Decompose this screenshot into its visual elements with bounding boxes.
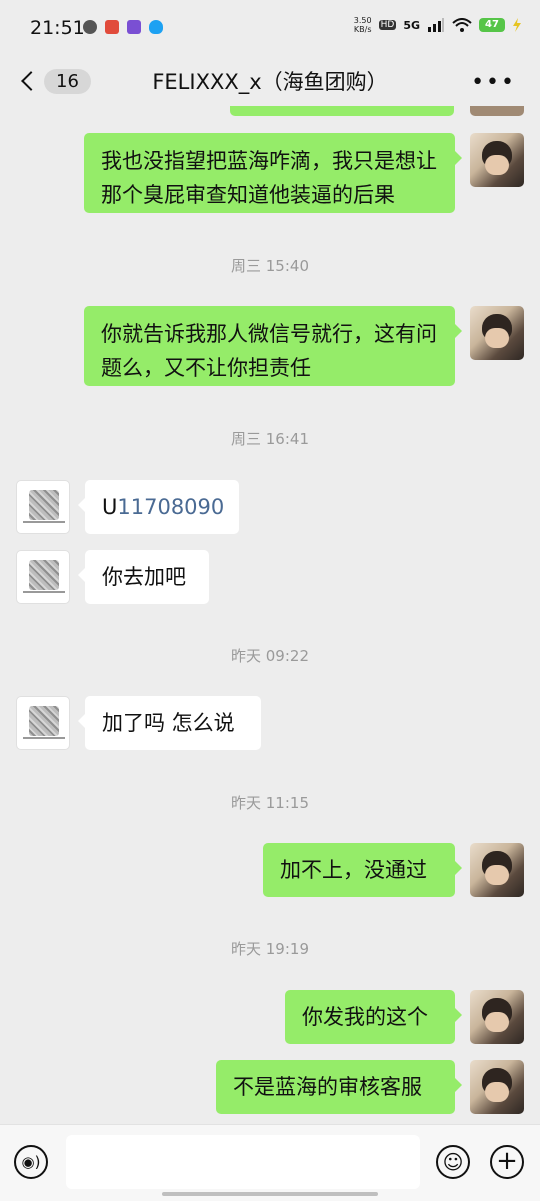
avatar-stone-base — [23, 591, 65, 593]
avatar-contact[interactable] — [16, 550, 70, 604]
plus-icon: + — [496, 1146, 518, 1176]
message-phone-link[interactable]: 11708090 — [117, 495, 224, 519]
avatar-self[interactable] — [470, 843, 524, 897]
message-bubble-other[interactable]: 加了吗 怎么说 — [78, 696, 261, 750]
app-red-icon — [105, 20, 119, 34]
avatar-stone-image — [29, 706, 59, 736]
home-indicator[interactable] — [162, 1192, 378, 1196]
wechat-icon — [83, 20, 97, 34]
net-speed-value: 3.50 — [353, 16, 372, 25]
message-bubble-self[interactable]: 我也没指望把蓝海咋滴，我只是想让那个臭屁审查知道他装逼的后果 — [84, 133, 462, 213]
timestamp: 昨天 19:19 — [231, 940, 309, 958]
lightning-icon — [513, 18, 521, 32]
message-bubble-self[interactable]: 加不上，没通过 — [263, 843, 462, 897]
qq-icon — [149, 20, 163, 34]
status-right: 3.50 KB/s HD 5G 47 — [354, 16, 522, 34]
hd-icon: HD — [378, 20, 397, 30]
signal-icon — [428, 18, 444, 32]
wifi-icon — [452, 18, 472, 32]
chat-title: FELIXXX_x（海鱼团购） — [152, 70, 388, 94]
message-text-prefix: U — [102, 495, 118, 519]
timestamp: 昨天 11:15 — [231, 794, 309, 812]
avatar-self[interactable] — [470, 1060, 524, 1114]
message-bubble-other[interactable]: U11708090 — [78, 480, 239, 534]
avatar-self[interactable] — [470, 990, 524, 1044]
emoji-icon: ☺ — [442, 1150, 464, 1174]
input-bar: ◉) ☺ + — [0, 1124, 540, 1201]
message-bubble-other[interactable]: 你去加吧 — [78, 550, 209, 604]
message-input[interactable] — [66, 1135, 420, 1189]
app-purple-icon — [127, 20, 141, 34]
more-options-button[interactable]: ••• — [471, 70, 516, 95]
network-type: 5G — [403, 18, 420, 32]
timestamp: 昨天 09:22 — [231, 647, 309, 665]
message-bubble-self[interactable]: 不是蓝海的审核客服 — [216, 1060, 462, 1114]
timestamp: 周三 16:41 — [231, 430, 309, 448]
timestamp: 周三 15:40 — [231, 257, 309, 275]
emoji-button[interactable]: ☺ — [436, 1145, 470, 1179]
status-bar: 21:51 3.50 KB/s HD 5G 47 — [0, 0, 540, 56]
partial-avatar — [470, 106, 524, 116]
avatar-stone-image — [29, 560, 59, 590]
avatar-contact[interactable] — [16, 696, 70, 750]
status-time: 21:51 — [30, 17, 85, 39]
more-dots-icon: ••• — [471, 70, 516, 95]
avatar-self[interactable] — [470, 133, 524, 187]
battery-indicator: 47 — [479, 18, 505, 32]
message-list[interactable]: 我也没指望把蓝海咋滴，我只是想让那个臭屁审查知道他装逼的后果 周三 15:40 … — [0, 106, 540, 1124]
avatar-stone-image — [29, 490, 59, 520]
net-speed: 3.50 KB/s — [354, 16, 372, 34]
message-bubble-self[interactable]: 你发我的这个 — [285, 990, 462, 1044]
notification-icons — [83, 20, 163, 34]
net-speed-unit: KB/s — [353, 25, 372, 34]
avatar-self[interactable] — [470, 306, 524, 360]
avatar-contact[interactable] — [16, 480, 70, 534]
more-functions-button[interactable]: + — [490, 1145, 524, 1179]
voice-button[interactable]: ◉) — [14, 1145, 48, 1179]
message-bubble-self[interactable]: 你就告诉我那人微信号就行，这有问题么，又不让你担责任 — [84, 306, 462, 386]
avatar-stone-base — [23, 521, 65, 523]
chat-header: 16 FELIXXX_x（海鱼团购） ••• — [0, 56, 540, 106]
partial-message-bubble — [230, 106, 454, 116]
voice-icon: ◉) — [21, 1153, 41, 1171]
avatar-stone-base — [23, 737, 65, 739]
